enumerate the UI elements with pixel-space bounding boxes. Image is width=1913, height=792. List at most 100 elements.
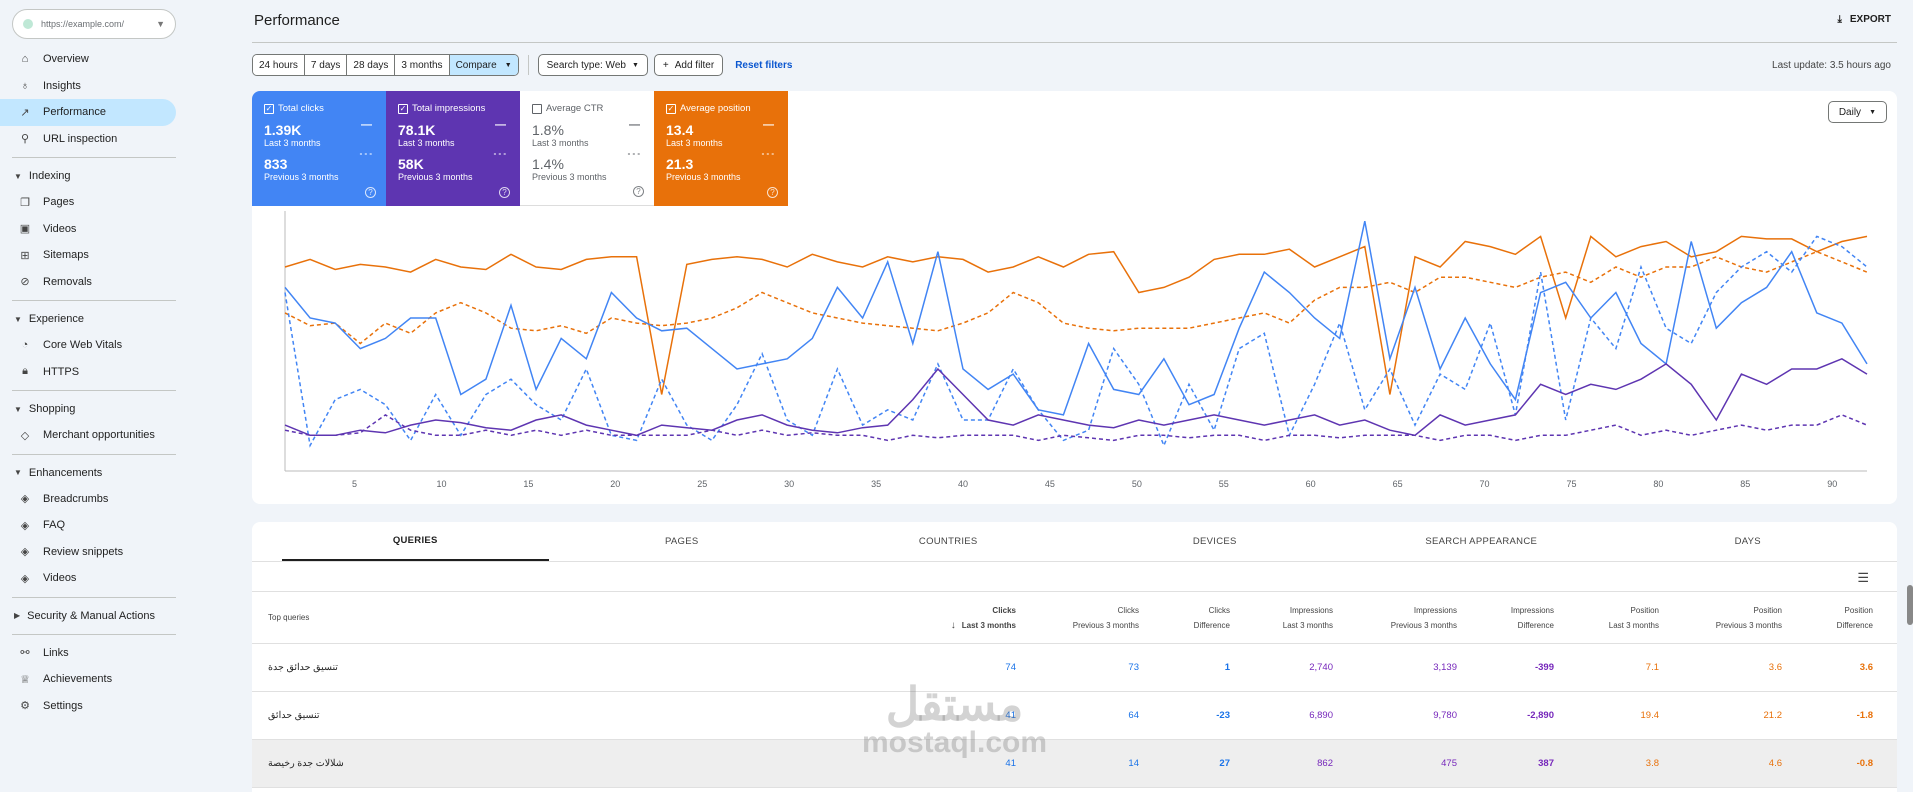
property-selector[interactable]: https://example.com/ ▼ — [12, 9, 176, 39]
x-tick-label: 25 — [697, 479, 707, 489]
sidebar-item-faq[interactable]: ◈ FAQ — [0, 512, 176, 539]
table-row[interactable]: شلالات جدة رخيصة 41 14 27 862 475 387 3.8 4.6 -0.… — [252, 740, 1897, 788]
range-28-days[interactable]: 28 days — [347, 55, 396, 75]
x-tick-label: 80 — [1653, 479, 1663, 489]
sidebar-item-insights[interactable]: ♁ Insights — [0, 73, 176, 100]
granularity-select[interactable]: Daily ▼ — [1827, 101, 1887, 123]
section-enhancements[interactable]: ▼ Enhancements — [0, 460, 220, 486]
column-subtitle: Difference — [1836, 620, 1873, 630]
sidebar-item-achievements[interactable]: ♕ Achievements — [0, 666, 176, 693]
tab-pages[interactable]: PAGES — [549, 522, 816, 561]
column-subtitle: Last 3 months — [1282, 620, 1333, 630]
range-3-months[interactable]: 3 months — [395, 55, 450, 75]
sidebar-item-label: Sitemaps — [43, 249, 89, 262]
value-cell: 41 — [1005, 758, 1016, 769]
sidebar-item-videos[interactable]: ◈ Videos — [0, 565, 176, 592]
x-tick-label: 70 — [1480, 479, 1490, 489]
range-24-hours[interactable]: 24 hours — [253, 55, 305, 75]
checkbox-checked-icon[interactable]: ✓ — [666, 103, 676, 114]
section-label: Shopping — [28, 403, 76, 415]
scrollbar[interactable] — [1907, 585, 1913, 625]
tab-search-appearance[interactable]: SEARCH APPEARANCE — [1348, 522, 1615, 561]
x-tick-label: 90 — [1827, 479, 1837, 489]
column-header[interactable]: Top queries — [268, 610, 896, 625]
column-header[interactable]: Position Previous 3 months — [1659, 603, 1782, 633]
column-header[interactable]: Position Difference — [1782, 603, 1873, 633]
caret-down-icon: ▼ — [14, 468, 22, 477]
sidebar-item-settings[interactable]: ⚙ Settings — [0, 693, 176, 720]
sidebar-item-performance[interactable]: ↗ Performance — [0, 99, 176, 126]
divider — [12, 453, 176, 455]
compare-button[interactable]: Compare ▼ — [449, 55, 518, 75]
column-header[interactable]: Clicks Previous 3 months — [1016, 603, 1139, 633]
checkbox-icon[interactable] — [532, 103, 542, 114]
table-row[interactable]: تنسيق حدائق 41 64 -23 6,890 9,780 -2,890 19.4 21… — [252, 692, 1897, 740]
value-cell: 2,740 — [1309, 662, 1333, 673]
value-cell: -1.8 — [1856, 710, 1873, 721]
sidebar-item-pages[interactable]: ❐ Pages — [0, 189, 176, 216]
value-cell: 475 — [1441, 758, 1457, 769]
value-cell: 387 — [1538, 758, 1554, 769]
sidebar-item-https[interactable]: 🔒︎ HTTPS — [0, 359, 176, 386]
sidebar-item-label: Achievements — [43, 673, 113, 686]
table-row[interactable]: تنسيق حدائق جدة 74 73 1 2,740 3,139 -399 7.1 3.6… — [252, 644, 1897, 692]
search-type-button[interactable]: Search type: Web ▼ — [537, 54, 648, 76]
help-icon[interactable]: ? — [633, 186, 644, 197]
sidebar-item-label: Performance — [43, 106, 106, 119]
metric-card-total-clicks[interactable]: ✓ Total clicks 1.39K Last 3 months 833 Previo… — [252, 91, 386, 206]
reset-filters-link[interactable]: Reset filters — [735, 60, 792, 71]
metric-card-average-position[interactable]: ✓ Average position 13.4 Last 3 months 21.3 Pr… — [654, 91, 788, 206]
metric-card-total-impressions[interactable]: ✓ Total impressions 78.1K Last 3 months 58K P… — [386, 91, 520, 206]
checkbox-checked-icon[interactable]: ✓ — [264, 103, 274, 114]
section-label: Security & Manual Actions — [27, 609, 155, 622]
help-icon[interactable]: ? — [767, 187, 778, 198]
column-title: Position — [1753, 605, 1782, 615]
x-tick-label: 30 — [784, 479, 794, 489]
export-button[interactable]: ⤓ EXPORT — [1837, 14, 1891, 25]
help-icon[interactable]: ? — [365, 187, 376, 198]
sidebar-item-label: Removals — [43, 275, 92, 288]
sidebar-item-videos[interactable]: ▣ Videos — [0, 216, 176, 243]
column-header[interactable]: Impressions Last 3 months — [1230, 603, 1333, 633]
sidebar-item-links[interactable]: ⚯ Links — [0, 640, 176, 667]
sidebar-item-core-web-vitals[interactable]: ◔ Core Web Vitals — [0, 332, 176, 359]
metric-card-average-ctr[interactable]: Average CTR 1.8% Last 3 months 1.4% Previous… — [520, 91, 654, 206]
sidebar-item-review-snippets[interactable]: ◈ Review snippets — [0, 539, 176, 566]
tab-countries[interactable]: COUNTRIES — [815, 522, 1082, 561]
column-header[interactable]: Clicks ↓ Last 3 months — [896, 603, 1016, 633]
column-header[interactable]: Clicks Difference — [1139, 603, 1230, 633]
filter-rows-icon[interactable]: ☰ — [1857, 570, 1869, 586]
section-security-manual-actions[interactable]: ▶ Security & Manual Actions — [0, 603, 220, 629]
help-icon[interactable]: ? — [499, 187, 510, 198]
speed-icon: ◔ — [21, 339, 29, 352]
metric-period: Last 3 months — [264, 138, 321, 148]
section-shopping[interactable]: ▼ Shopping — [0, 396, 220, 422]
tab-devices[interactable]: DEVICES — [1082, 522, 1349, 561]
sidebar-item-breadcrumbs[interactable]: ◈ Breadcrumbs — [0, 486, 176, 513]
sidebar-item-overview[interactable]: ⌂ Overview — [0, 46, 176, 73]
sidebar-item-merchant-opportunities[interactable]: ◇ Merchant opportunities — [0, 422, 176, 449]
range-7-days[interactable]: 7 days — [304, 55, 348, 75]
tab-queries[interactable]: QUERIES — [282, 522, 549, 561]
column-header[interactable]: Position Last 3 months — [1554, 603, 1659, 633]
value-cell: -0.8 — [1856, 758, 1873, 769]
divider — [12, 390, 176, 391]
column-header[interactable]: Impressions Previous 3 months — [1333, 603, 1457, 633]
date-range-selector: 24 hours 7 days 28 days 3 months Compare… — [252, 54, 519, 76]
sidebar-item-removals[interactable]: ⊘ Removals — [0, 269, 176, 296]
column-header[interactable]: Impressions Difference — [1457, 603, 1554, 633]
caret-right-icon: ▶ — [14, 611, 21, 620]
checkbox-checked-icon[interactable]: ✓ — [398, 103, 408, 114]
table-tabs: QUERIES PAGES COUNTRIES DEVICES SEARCH APPEA… — [252, 522, 1897, 562]
table-header: Top queries Clicks ↓ Last 3 months Clicks Pre… — [252, 592, 1897, 644]
section-indexing[interactable]: ▼ Indexing — [0, 163, 220, 189]
dashed-line-legend-icon: - - - — [359, 149, 372, 158]
sidebar-item-url-inspection[interactable]: ⚲ URL inspection — [0, 126, 176, 153]
x-tick-label: 45 — [1045, 479, 1055, 489]
tab-days[interactable]: DAYS — [1615, 522, 1882, 561]
value-cell: -399 — [1534, 662, 1554, 673]
sidebar-item-sitemaps[interactable]: ⊞ Sitemaps — [0, 242, 176, 269]
section-experience[interactable]: ▼ Experience — [0, 306, 220, 332]
add-filter-button[interactable]: + Add filter — [653, 54, 724, 76]
metric-label: Average CTR — [532, 103, 642, 114]
